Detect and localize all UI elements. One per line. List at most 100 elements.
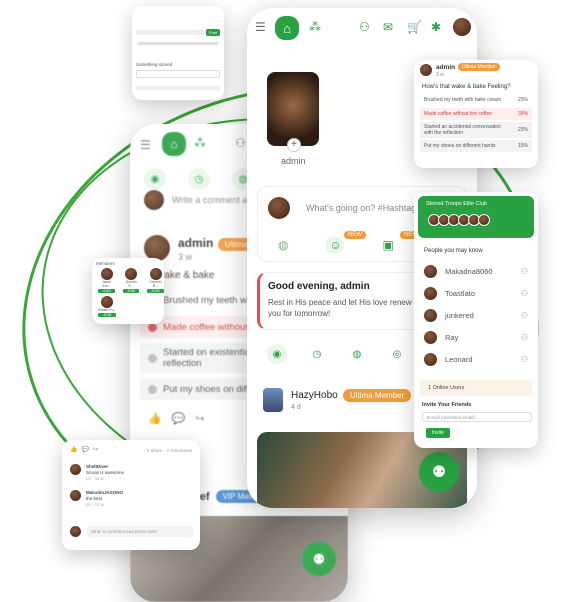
hamburger-icon[interactable]: ☰: [140, 138, 151, 152]
comment-icon[interactable]: 💬: [172, 412, 186, 425]
mini-input[interactable]: [136, 30, 206, 35]
user-avatar[interactable]: [453, 18, 471, 36]
story-icon[interactable]: ◉: [267, 344, 287, 364]
profile-picture[interactable]: [267, 72, 319, 146]
like-icon[interactable]: 👍: [148, 412, 162, 425]
home-button[interactable]: ⌂: [275, 16, 299, 40]
members-title: Members: [96, 261, 115, 266]
profile-name: admin: [281, 156, 306, 166]
add-friend-icon: ⚇: [520, 288, 528, 298]
hamburger-icon[interactable]: ☰: [255, 20, 266, 34]
clock-icon[interactable]: ◷: [307, 344, 327, 364]
post-time: 3 w: [436, 72, 444, 78]
list-item[interactable]: junkered ⚇: [414, 304, 538, 326]
member-badge: Ultima Member: [458, 63, 500, 71]
list-item[interactable]: Makadna8060 ⚇: [414, 260, 538, 282]
avatar: [144, 190, 164, 210]
mini-footer: [136, 86, 220, 90]
post-author[interactable]: admin: [178, 236, 213, 250]
comment-composer: Write a comment and press enter: [70, 526, 194, 537]
home-icon: ⌂: [283, 20, 291, 36]
group-card: Stoned Troops Elite Club People you may …: [414, 192, 538, 448]
share-icon[interactable]: ↪: [93, 446, 98, 453]
robot-icon: ⚉: [312, 550, 326, 567]
member-tile[interactable]: Cheech B... JOIN: [147, 268, 164, 293]
notifications-icon[interactable]: ✱: [431, 20, 441, 34]
people-title: People you may know: [424, 248, 483, 254]
divider: [138, 42, 218, 45]
avatar: [268, 197, 290, 219]
member-tile[interactable]: Jacob Kru... JOIN: [98, 268, 116, 293]
globe-icon[interactable]: ◍: [278, 238, 288, 252]
composer-input[interactable]: What's going on? #Hashtag..: [306, 203, 421, 213]
avatar: [70, 464, 81, 475]
comment: MalcolmJASONO the best Lk · 11 w: [70, 490, 194, 508]
story-icon[interactable]: ◉: [144, 168, 166, 190]
member-tile[interactable]: Robert Fu... JOIN: [98, 296, 117, 317]
group-avatars: [428, 214, 490, 226]
reaction-summary[interactable]: 2 Share · 2 Comments: [147, 448, 192, 453]
member-tile[interactable]: Dunkin E... JOIN: [123, 268, 140, 293]
robot-icon: ⚉: [431, 464, 447, 481]
globe-icon[interactable]: ◍: [347, 344, 367, 364]
top-nav: ☰ ⌂ ⁂ ⚇ ✉ 🛒 ✱: [247, 8, 477, 48]
poll-option[interactable]: Made coffee without the coffee 39%: [420, 108, 532, 120]
clock-icon[interactable]: ◷: [188, 168, 210, 190]
group-header: Stoned Troops Elite Club: [418, 196, 534, 238]
member-badge: Ultima Member: [343, 389, 412, 402]
avatar: [70, 490, 81, 501]
poll-option[interactable]: Brushed my teeth with bake cream 23%: [420, 94, 532, 106]
add-story-icon[interactable]: +: [287, 138, 301, 152]
share-icon[interactable]: ↪: [195, 412, 204, 425]
eye-icon[interactable]: ◎: [387, 344, 407, 364]
add-friend-icon: ⚇: [520, 310, 528, 320]
poll-option[interactable]: Put my shoes on different hands 15%: [420, 140, 532, 152]
home-icon: ⌂: [170, 137, 178, 151]
poll-option[interactable]: Started an accidental conversation with …: [420, 122, 532, 138]
home-button[interactable]: ⌂: [162, 132, 186, 156]
invite-email-field[interactable]: E-mail (unrelated email): [422, 412, 532, 422]
like-icon[interactable]: 👍: [70, 446, 77, 453]
members-grid: Jacob Kru... JOIN Dunkin E... JOIN Cheech …: [98, 268, 164, 293]
list-item[interactable]: Ray ⚇: [414, 326, 538, 348]
composer-actions: ◍ ☺ ▣: [278, 237, 394, 253]
comment-meta[interactable]: Lk · 11 w: [86, 476, 124, 482]
apps-icon[interactable]: ⁂: [194, 136, 206, 150]
bot-button[interactable]: ⚉: [302, 542, 336, 576]
post-author[interactable]: admin: [436, 64, 455, 71]
people-list: Makadna8060 ⚇ Toastlato ⚇ junkered ⚇ Ray ⚇ L…: [414, 260, 538, 370]
friends-icon[interactable]: ⚇: [235, 136, 246, 150]
gif-icon[interactable]: ☺: [326, 237, 345, 253]
new-badge: NEW: [344, 231, 366, 239]
comment-meta[interactable]: Lk · 11 w: [86, 502, 123, 508]
invite-button[interactable]: Invite: [426, 428, 450, 438]
poll-options: Brushed my teeth with bake cream 23% Made…: [420, 94, 532, 152]
add-friend-icon: ⚇: [520, 332, 528, 342]
poll-icon[interactable]: ▣: [382, 238, 393, 252]
cart-icon[interactable]: 🛒: [407, 20, 422, 34]
mini-title: Something stoned: [136, 62, 173, 67]
avatar: [420, 64, 432, 76]
add-friend-icon: ⚇: [520, 266, 528, 276]
post-button[interactable]: Post: [206, 29, 220, 36]
friends-icon[interactable]: ⚇: [359, 20, 370, 34]
bot-button[interactable]: ⚉: [419, 452, 459, 492]
invite-title: Invite Your Friends: [422, 402, 472, 408]
reaction-icons: 👍 💬 ↪: [70, 446, 98, 453]
post-time: 4 d: [291, 404, 301, 411]
post-actions: 👍 💬 ↪: [148, 412, 205, 425]
comment-input[interactable]: Write a comment and press enter: [86, 526, 194, 537]
list-item[interactable]: Toastlato ⚇: [414, 282, 538, 304]
online-users[interactable]: 1 Online Users: [420, 380, 532, 396]
list-item[interactable]: Leonard ⚇: [414, 348, 538, 370]
group-title: Stoned Troops Elite Club: [426, 201, 487, 207]
avatar: [70, 526, 81, 537]
comments-list: SheltDiver Snoop is awesome Lk · 11 w Ma…: [70, 464, 194, 508]
apps-icon[interactable]: ⁂: [309, 20, 321, 34]
add-friend-icon: ⚇: [520, 354, 528, 364]
mini-field[interactable]: [136, 70, 220, 78]
comment-icon[interactable]: 💬: [81, 446, 88, 453]
messages-icon[interactable]: ✉: [383, 20, 393, 34]
post-author[interactable]: HazyHobo: [291, 390, 338, 401]
greeting-text: Rest in His peace and let His love renew…: [268, 298, 412, 318]
